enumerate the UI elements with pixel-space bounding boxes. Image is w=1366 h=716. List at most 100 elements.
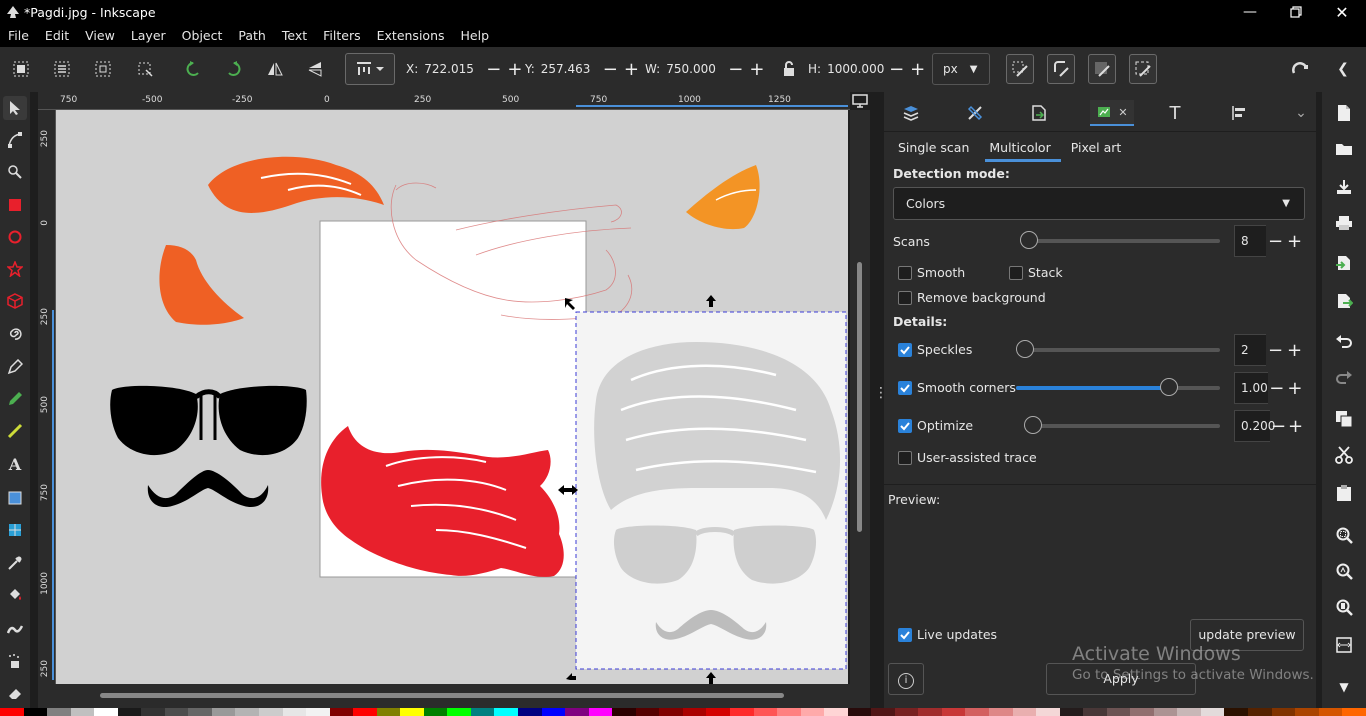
speckles-increment-icon[interactable]: + [1285,340,1304,361]
palette-swatch[interactable] [1200,708,1225,716]
selector-tool[interactable] [3,96,27,120]
menu-layer[interactable]: Layer [123,28,174,43]
tweak-objects-tool[interactable] [3,617,27,641]
rotate-ccw-button[interactable] [180,56,206,82]
palette-swatch[interactable] [894,708,919,716]
minimize-button[interactable]: — [1227,0,1273,24]
palette-swatch[interactable] [94,708,118,716]
menu-edit[interactable]: Edit [37,28,77,43]
palette-swatch[interactable] [1036,708,1060,716]
menu-path[interactable]: Path [230,28,273,43]
x-increment-icon[interactable]: + [507,59,522,80]
user-assisted-trace-checkbox-box[interactable] [898,450,912,465]
vertical-ruler[interactable]: 250 0 250 500 750 1000 250 [38,110,56,684]
selected-bitmap[interactable] [575,311,847,670]
optimize-slider-knob[interactable] [1024,416,1042,434]
flip-vertical-button[interactable] [302,56,328,82]
palette-swatch[interactable] [1083,708,1107,716]
smooth-checkbox-box[interactable] [898,265,912,280]
more-tabs-button[interactable]: ⌄ [1288,100,1314,126]
menu-file[interactable]: File [0,28,37,43]
palette-swatch[interactable] [0,708,24,716]
3d-box-tool[interactable] [3,289,27,313]
dropper-tool[interactable] [3,551,27,575]
palette-swatch[interactable] [447,708,471,716]
vertical-scroll-thumb[interactable] [857,262,862,532]
speckles-decrement-icon[interactable]: − [1266,340,1285,361]
snap-options-button[interactable]: ❮ [1330,56,1356,82]
height-field[interactable]: H: 1000.000 − + [808,57,928,81]
x-coordinate-field[interactable]: X: 722.015 − + [406,57,525,81]
palette-swatch[interactable] [847,708,872,716]
copy-button[interactable] [1331,406,1357,432]
live-updates-checkbox[interactable]: Live updates [898,627,997,642]
tab-pixel-art[interactable]: Pixel art [1067,138,1132,162]
palette-swatch[interactable] [706,708,730,716]
text-tool[interactable]: A [3,452,27,476]
node-tool[interactable] [3,128,27,152]
dock-handle-icon[interactable]: ⋮ [874,386,888,406]
export-tab[interactable] [1026,100,1052,126]
touch-select-button[interactable] [132,56,158,82]
palette-swatch[interactable] [70,708,95,716]
y-decrement-icon[interactable]: − [603,59,618,80]
drawing-canvas[interactable] [56,110,848,684]
new-document-button[interactable] [1331,100,1357,126]
w-increment-icon[interactable]: + [749,59,764,80]
pen-tool[interactable] [3,355,27,379]
scans-value[interactable]: 8 [1234,225,1267,257]
palette-swatch[interactable] [1318,708,1343,716]
palette-swatch[interactable] [117,708,142,716]
smooth-corners-increment-icon[interactable]: + [1286,378,1304,399]
speckles-slider-knob[interactable] [1016,340,1034,358]
scans-increment-icon[interactable]: + [1285,231,1304,252]
display-mode-icon[interactable] [852,94,868,108]
pencil-tool[interactable] [3,387,27,411]
optimize-value[interactable]: 0.200 [1234,410,1275,442]
ellipse-tool[interactable] [3,225,27,249]
menu-view[interactable]: View [77,28,123,43]
menu-extensions[interactable]: Extensions [369,28,453,43]
snap-toggle[interactable] [1287,56,1313,82]
palette-swatch[interactable] [612,708,636,716]
palette-swatch[interactable] [729,708,754,716]
scans-slider-knob[interactable] [1020,231,1038,249]
text-font-tab[interactable]: T [1162,100,1188,126]
smooth-corners-slider-knob[interactable] [1160,378,1178,396]
horizontal-scrollbar[interactable] [38,684,870,708]
zoom-drawing-button[interactable] [1331,558,1357,584]
palette-swatch[interactable] [965,708,989,716]
unit-select[interactable]: px ▼ [932,53,990,85]
y-coordinate-field[interactable]: Y: 257.463 − + [525,57,642,81]
fill-stroke-tab[interactable] [962,100,988,126]
speckles-slider[interactable] [1016,340,1220,358]
smooth-corners-checkbox[interactable]: Smooth corners [898,380,1016,395]
optimize-stepper[interactable]: 0.200 − + [1234,410,1304,442]
w-decrement-icon[interactable]: − [728,59,743,80]
scale-corners-toggle[interactable] [1047,54,1075,84]
palette-swatch[interactable] [824,708,848,716]
remove-background-checkbox-box[interactable] [898,290,912,305]
detection-mode-select[interactable]: Colors ▼ [893,187,1305,220]
rectangle-tool[interactable] [3,193,27,217]
palette-swatch[interactable] [164,708,189,716]
smooth-corners-decrement-icon[interactable]: − [1268,378,1286,399]
palette-swatch[interactable] [141,708,165,716]
paint-bucket-tool[interactable] [3,583,27,607]
scans-decrement-icon[interactable]: − [1266,231,1285,252]
zoom-page-button[interactable] [1331,594,1357,620]
palette-swatch[interactable] [635,708,660,716]
scans-stepper[interactable]: 8 − + [1234,225,1304,257]
transform-gradients-toggle[interactable] [1088,54,1116,84]
palette-swatch[interactable] [1224,708,1248,716]
spiral-tool[interactable] [3,321,27,345]
smooth-corners-value[interactable]: 1.00 [1234,372,1268,404]
stack-checkbox-box[interactable] [1009,265,1023,280]
eraser-tool[interactable] [3,681,27,705]
horizontal-ruler[interactable]: 750 -500 -250 0 250 500 750 1000 1250 [38,92,850,110]
palette-swatch[interactable] [1271,708,1296,716]
palette-swatch[interactable] [659,708,683,716]
deselect-button[interactable] [90,56,116,82]
close-window-button[interactable]: ✕ [1319,0,1365,24]
smooth-corners-slider[interactable] [1016,378,1220,396]
